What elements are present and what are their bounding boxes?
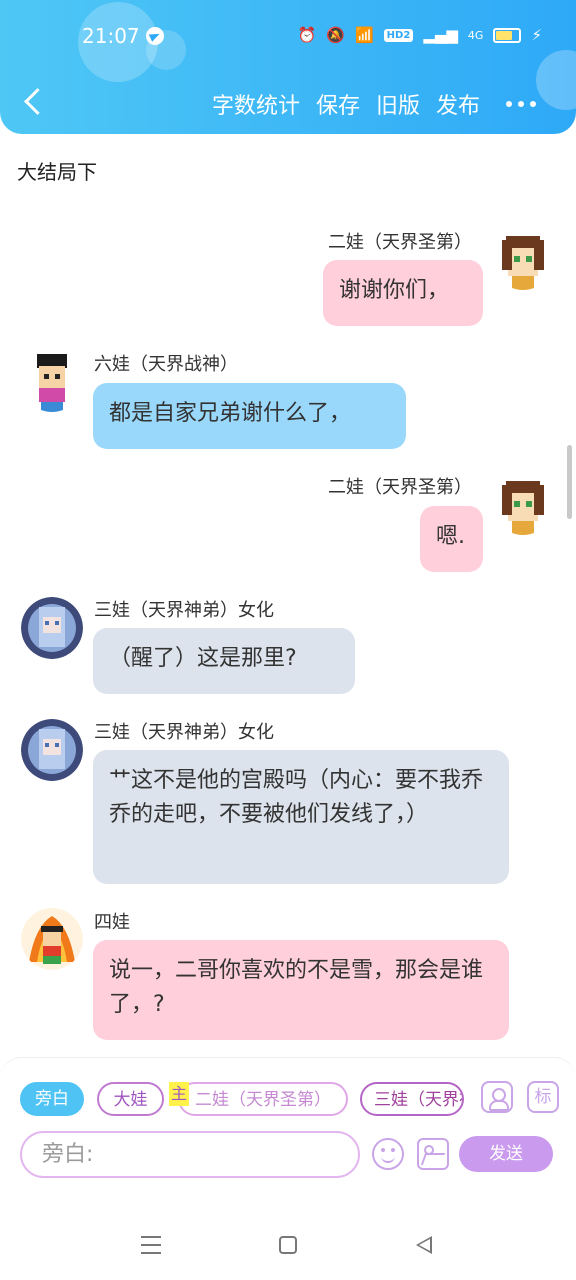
home-icon[interactable] <box>279 1236 297 1254</box>
back-button[interactable] <box>20 86 46 120</box>
word-count-button[interactable]: 字数统计 <box>212 88 300 120</box>
chapter-title: 大结局下 <box>17 160 97 184</box>
system-nav-bar <box>0 1217 576 1280</box>
message-bubble[interactable]: （醒了）这是那里? <box>93 628 355 694</box>
publish-button[interactable]: 发布 <box>436 88 480 120</box>
more-icon[interactable] <box>506 101 536 107</box>
role-chip-narration[interactable]: 旁白 <box>20 1082 84 1116</box>
status-icons: ⏰ 🔕 📶 HD2 ▂▄▆ 4G ⚡ <box>298 26 542 44</box>
message-bubble[interactable]: 谢谢你们， <box>323 260 483 326</box>
decor-bubble <box>536 50 576 110</box>
tag-button[interactable]: 标 <box>527 1081 559 1113</box>
save-button[interactable]: 保存 <box>316 88 360 120</box>
input-panel: 旁白 大娃 二娃（天界圣第） 主 三娃（天界神弟）女化 标 发送 <box>0 1057 576 1218</box>
scrollbar-thumb[interactable] <box>567 445 572 519</box>
menu-icon[interactable] <box>141 1236 161 1254</box>
speaker-name: 三娃（天界神弟）女化 <box>94 600 274 621</box>
status-time: 21:07 <box>82 24 140 48</box>
wifi-icon: 📶 <box>354 26 374 44</box>
role-chip-dawa[interactable]: 大娃 <box>97 1082 164 1116</box>
speaker-name: 四娃 <box>94 912 130 933</box>
avatar[interactable] <box>492 228 554 290</box>
telegram-icon <box>146 27 164 45</box>
back-triangle-icon[interactable] <box>416 1236 432 1254</box>
header-actions: 字数统计 保存 旧版 发布 <box>212 88 480 120</box>
speaker-name: 二娃（天界圣第） <box>328 232 472 253</box>
speaker-name: 六娃（天界战神） <box>94 354 238 375</box>
speaker-name: 二娃（天界圣第） <box>328 477 472 498</box>
top-bar: 21:07 ⏰ 🔕 📶 HD2 ▂▄▆ 4G ⚡ 字数统计 保存 旧版 发布 <box>0 0 576 134</box>
alarm-icon: ⏰ <box>297 26 317 44</box>
avatar[interactable] <box>21 597 83 659</box>
battery-icon <box>493 27 522 43</box>
role-manage-icon[interactable] <box>481 1081 513 1113</box>
role-chip-sanwa[interactable]: 三娃（天界神弟）女化 <box>360 1082 464 1116</box>
old-version-button[interactable]: 旧版 <box>376 88 420 120</box>
send-button[interactable]: 发送 <box>459 1136 553 1172</box>
speaker-name: 三娃（天界神弟）女化 <box>94 722 274 743</box>
role-chip-erwa[interactable]: 二娃（天界圣第） <box>178 1082 348 1116</box>
image-icon[interactable] <box>417 1138 449 1170</box>
signal-icon: ▂▄▆ <box>423 26 458 44</box>
main-role-tag: 主 <box>169 1082 189 1106</box>
message-bubble[interactable]: 艹这不是他的宫殿吗（内心：要不我乔乔的走吧，不要被他们发线了，） <box>93 750 509 884</box>
avatar[interactable] <box>21 350 83 412</box>
emoji-icon[interactable] <box>372 1138 404 1170</box>
message-bubble[interactable]: 都是自家兄弟谢什么了， <box>93 383 406 449</box>
mute-bell-icon: 🔕 <box>326 26 345 44</box>
avatar[interactable] <box>21 719 83 781</box>
message-bubble[interactable]: 说一，二哥你喜欢的不是雪，那会是谁了，? <box>93 940 509 1040</box>
avatar[interactable] <box>21 908 83 970</box>
charging-icon: ⚡ <box>531 26 542 44</box>
message-bubble[interactable]: 嗯. <box>420 506 483 572</box>
network-type: 4G <box>467 28 484 42</box>
message-input[interactable] <box>20 1131 360 1178</box>
hd-badge: HD2 <box>383 28 414 42</box>
avatar[interactable] <box>492 473 554 535</box>
